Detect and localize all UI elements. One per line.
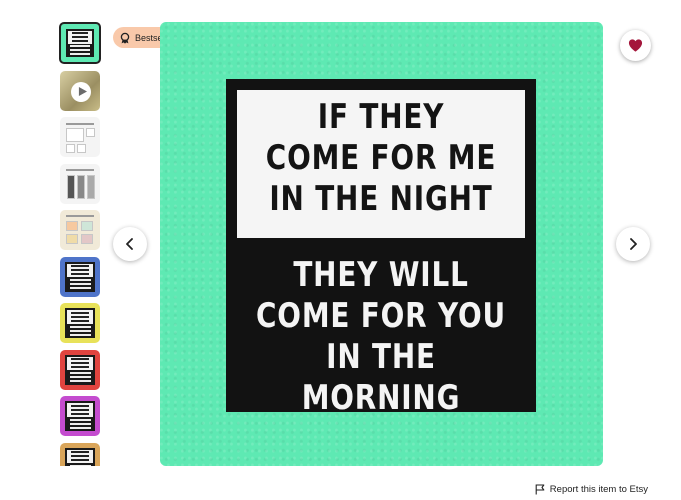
patch-artwork: IF THEY COME FOR ME IN THE NIGHT THEY WI… (226, 79, 536, 418)
report-item-link[interactable]: Report this item to Etsy (535, 484, 648, 495)
thumbnail-strip[interactable] (58, 22, 102, 466)
heart-icon (628, 39, 643, 52)
slogan-top: IF THEY COME FOR ME IN THE NIGHT (265, 97, 497, 219)
thumbnail-1[interactable] (59, 22, 101, 64)
play-icon (71, 81, 91, 102)
thumbnail-blue[interactable] (60, 256, 100, 297)
chevron-right-icon (630, 238, 637, 250)
favorite-button[interactable] (620, 30, 651, 61)
listing-image-gallery: Bestseller IF THEY COME FOR ME IN THE NI… (0, 0, 681, 500)
thumbnail-size-chart[interactable] (60, 117, 100, 157)
next-image-button[interactable] (616, 227, 650, 261)
thumbnail-merch-care[interactable] (60, 210, 100, 250)
thumbnail-yellow[interactable] (60, 303, 100, 343)
previous-image-button[interactable] (113, 227, 147, 261)
slogan-bottom: THEY WILL COME FOR YOU IN THE MORNING (256, 255, 506, 418)
thumbnail-purple[interactable] (60, 396, 100, 436)
main-product-image[interactable]: IF THEY COME FOR ME IN THE NIGHT THEY WI… (160, 22, 603, 466)
chevron-left-icon (126, 238, 133, 250)
award-ribbon-icon (120, 32, 130, 44)
thumbnail-orange[interactable] (60, 442, 100, 466)
report-label: Report this item to Etsy (549, 484, 648, 495)
thumbnail-red[interactable] (60, 349, 100, 390)
thumbnail-video[interactable] (60, 70, 100, 111)
thumbnail-overlocking[interactable] (60, 163, 100, 204)
flag-icon (535, 484, 545, 495)
